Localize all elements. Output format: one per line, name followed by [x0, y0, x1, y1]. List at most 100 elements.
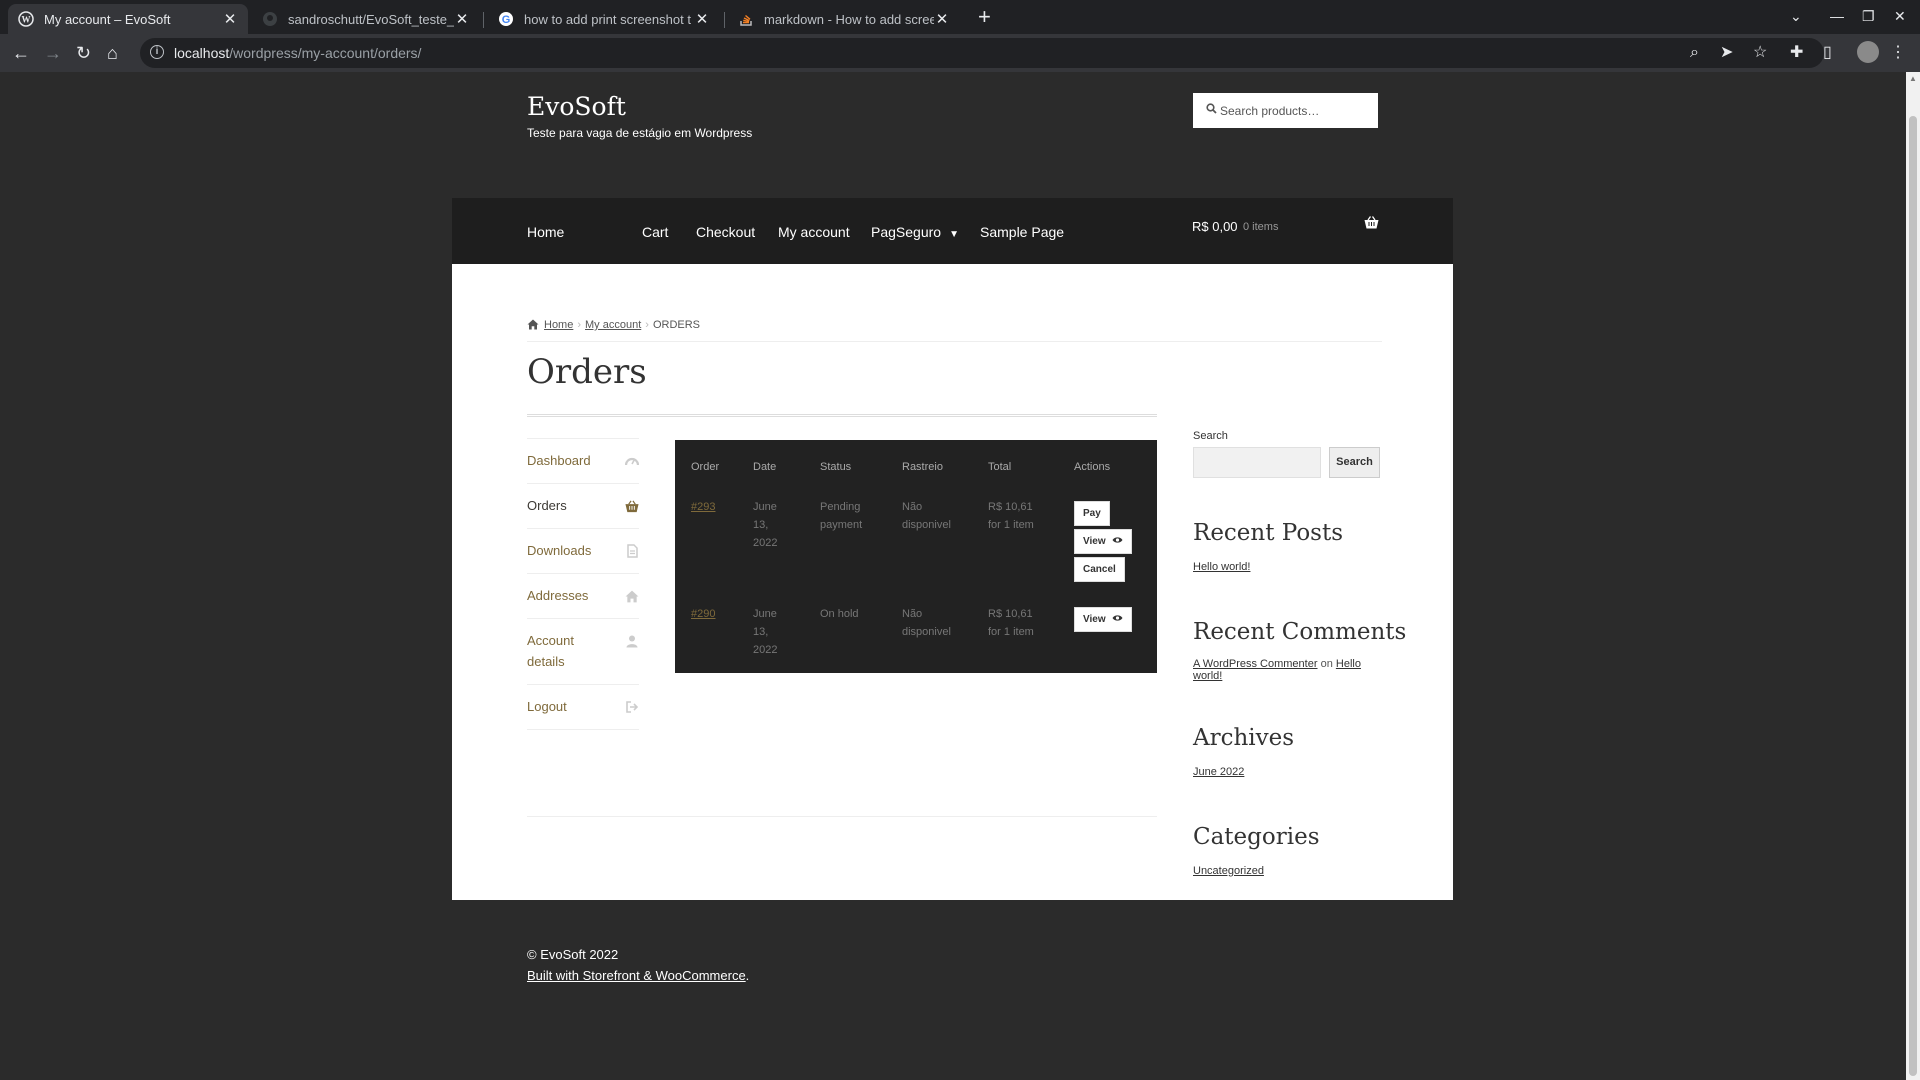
tab-separator	[724, 12, 725, 28]
account-nav-orders[interactable]: Orders	[527, 484, 639, 529]
order-status: On hold	[820, 608, 859, 620]
title-divider	[527, 414, 1157, 417]
close-window-icon[interactable]: ✕	[1894, 8, 1906, 25]
table-header: Actions	[1074, 461, 1111, 473]
close-icon[interactable]: ✕	[454, 10, 470, 28]
web-page: EvoSoft Teste para vaga de estágio em Wo…	[0, 72, 1906, 1080]
category-link[interactable]: Uncategorized	[1193, 865, 1264, 877]
send-icon[interactable]: ➤	[1720, 43, 1733, 63]
new-tab-button[interactable]: +	[978, 6, 991, 28]
account-nav-label: Addresses	[527, 588, 589, 603]
table-header: Date	[753, 461, 777, 473]
page-scrollbar[interactable]: ▲	[1906, 72, 1920, 1080]
tab-github[interactable]: sandroschutt/EvoSoft_teste_ ✕	[252, 4, 480, 34]
tab-google[interactable]: G how to add print screenshot t ✕	[488, 4, 720, 34]
site-title[interactable]: EvoSoft	[527, 92, 626, 121]
order-number-link[interactable]: #290	[691, 605, 715, 623]
menu-icon[interactable]: ⋮	[1890, 43, 1906, 63]
account-nav-label: Downloads	[527, 543, 592, 558]
order-tracking: Não disponivel	[902, 608, 951, 638]
recent-posts-title: Recent Posts	[1193, 520, 1344, 546]
view-order-button[interactable]: View	[1074, 607, 1132, 632]
nav-checkout[interactable]: Checkout	[696, 224, 755, 240]
cart-item-count[interactable]: 0 items	[1243, 221, 1278, 233]
account-nav-label: Logout	[527, 699, 567, 714]
search-icon	[1206, 103, 1217, 117]
sidebar-search-input[interactable]	[1193, 447, 1321, 478]
primary-navigation: Home Cart Checkout My account PagSeguro ▼…	[452, 198, 1453, 264]
account-nav-downloads[interactable]: Downloads	[527, 529, 639, 574]
close-icon[interactable]: ✕	[694, 10, 710, 28]
stackoverflow-icon	[738, 11, 754, 27]
view-order-button[interactable]: View	[1074, 529, 1132, 554]
archive-link[interactable]: June 2022	[1193, 766, 1244, 778]
breadcrumb-separator: ›	[645, 319, 649, 331]
user-icon	[625, 632, 639, 648]
forward-icon[interactable]: →	[44, 43, 62, 63]
tab-search-icon[interactable]: ⌄	[1790, 8, 1802, 25]
breadcrumb-my-account[interactable]: My account	[585, 319, 641, 331]
content-divider	[527, 816, 1157, 817]
bookmark-star-icon[interactable]: ☆	[1753, 43, 1767, 63]
product-search[interactable]	[1193, 93, 1378, 128]
home-icon	[527, 319, 539, 333]
table-header: Rastreio	[902, 461, 943, 473]
recent-post-link[interactable]: Hello world!	[1193, 561, 1250, 573]
basket-icon[interactable]	[1364, 216, 1379, 234]
reload-icon[interactable]: ↻	[76, 43, 91, 63]
cart-total[interactable]: R$ 0,00	[1192, 219, 1238, 234]
nav-sample-page[interactable]: Sample Page	[980, 224, 1064, 240]
close-icon[interactable]: ✕	[222, 10, 238, 28]
minimize-icon[interactable]: —	[1830, 8, 1844, 24]
cancel-order-button[interactable]: Cancel	[1074, 557, 1125, 582]
file-icon	[625, 542, 639, 558]
recent-comments-title: Recent Comments	[1193, 619, 1407, 645]
svg-text:G: G	[502, 14, 511, 26]
tab-title: markdown - How to add scree	[764, 11, 934, 27]
url-text: localhost/wordpress/my-account/orders/	[174, 45, 422, 61]
nav-pagseguro[interactable]: PagSeguro ▼	[871, 224, 959, 240]
back-icon[interactable]: ←	[12, 43, 30, 63]
nav-cart[interactable]: Cart	[642, 224, 668, 240]
close-icon[interactable]: ✕	[934, 10, 950, 28]
extensions-icon[interactable]: ✚	[1790, 43, 1803, 63]
logout-icon	[625, 698, 639, 713]
profile-avatar[interactable]	[1857, 41, 1879, 63]
basket-icon	[625, 497, 639, 513]
breadcrumb-home[interactable]: Home	[544, 319, 573, 331]
tab-my-account[interactable]: W My account – EvoSoft ✕	[8, 4, 248, 34]
chevron-down-icon: ▼	[949, 229, 959, 240]
pay-button[interactable]: Pay	[1074, 501, 1110, 526]
zoom-icon[interactable]: ⌕	[1690, 43, 1699, 63]
sidebar-search-button[interactable]: Search	[1329, 447, 1380, 478]
order-status: Pending payment	[820, 501, 863, 531]
account-nav-logout[interactable]: Logout	[527, 685, 639, 730]
github-icon	[262, 11, 278, 27]
account-nav-account-details[interactable]: Account details	[527, 619, 639, 685]
tab-separator	[483, 12, 484, 28]
categories-title: Categories	[1193, 824, 1320, 850]
dashboard-icon	[624, 452, 640, 466]
orders-table: Order Date Status Rastreio Total Actions…	[675, 440, 1157, 673]
nav-home[interactable]: Home	[527, 224, 564, 240]
order-number-link[interactable]: #293	[691, 498, 715, 516]
nav-my-account[interactable]: My account	[778, 224, 850, 240]
comment-author-link[interactable]: A WordPress Commenter	[1193, 658, 1318, 670]
address-bar[interactable]: i localhost/wordpress/my-account/orders/	[140, 38, 1824, 68]
home-icon[interactable]: ⌂	[107, 43, 118, 63]
scroll-up-icon[interactable]: ▲	[1909, 74, 1917, 83]
scrollbar-thumb[interactable]	[1909, 116, 1917, 1076]
order-date: June 13, 2022	[753, 608, 778, 656]
tab-stackoverflow[interactable]: markdown - How to add scree ✕	[728, 4, 960, 34]
side-panel-icon[interactable]: ▯	[1823, 43, 1832, 63]
product-search-input[interactable]	[1220, 93, 1375, 128]
breadcrumb-current: ORDERS	[652, 319, 700, 331]
archives-title: Archives	[1193, 725, 1295, 751]
browser-tab-bar: W My account – EvoSoft ✕ sandroschutt/Ev…	[0, 0, 1920, 34]
storefront-link[interactable]: Built with Storefront & WooCommerce	[527, 968, 746, 983]
info-icon[interactable]: i	[150, 45, 164, 59]
restore-icon[interactable]: ❐	[1862, 8, 1875, 25]
order-date: June 13, 2022	[753, 501, 778, 549]
account-nav-dashboard[interactable]: Dashboard	[527, 439, 640, 484]
account-nav-addresses[interactable]: Addresses	[527, 574, 639, 619]
